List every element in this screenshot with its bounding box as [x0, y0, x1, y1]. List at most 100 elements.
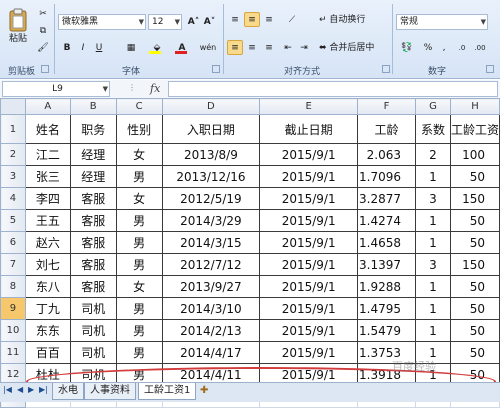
select-all-corner[interactable]	[0, 98, 26, 115]
cell-c4[interactable]: 女	[115, 187, 163, 210]
row-header[interactable]: 2	[0, 143, 26, 166]
cell-g6[interactable]: 1	[415, 231, 451, 254]
decrease-indent-button[interactable]: ⇤	[281, 40, 295, 55]
italic-button[interactable]: I	[76, 40, 90, 55]
next-sheet-icon[interactable]: ▶	[28, 385, 34, 394]
cell-b5[interactable]: 客服	[69, 209, 117, 232]
cell-f5[interactable]: 1.4274	[357, 209, 416, 232]
format-painter-icon[interactable]: 🖌	[36, 40, 50, 54]
prev-sheet-icon[interactable]: ◀	[17, 385, 23, 394]
cell-e10[interactable]: 2015/9/1	[259, 319, 359, 342]
cell-e2[interactable]: 2015/9/1	[259, 143, 359, 166]
cell-a8[interactable]: 东八	[24, 275, 71, 298]
cell-d6[interactable]: 2014/3/15	[161, 231, 261, 254]
cell-a3[interactable]: 张三	[24, 165, 71, 188]
cell-e5[interactable]: 2015/9/1	[259, 209, 359, 232]
cell-b7[interactable]: 客服	[69, 253, 117, 276]
cell-e7[interactable]: 2015/9/1	[259, 253, 359, 276]
cell-g2[interactable]: 2	[415, 143, 451, 166]
cell-c7[interactable]: 男	[115, 253, 163, 276]
cell-g5[interactable]: 1	[415, 209, 451, 232]
cell-c2[interactable]: 女	[115, 143, 163, 166]
cell-e8[interactable]: 2015/9/1	[259, 275, 359, 298]
cell-e4[interactable]: 2015/9/1	[259, 187, 359, 210]
cell-b3[interactable]: 经理	[69, 165, 117, 188]
cut-icon[interactable]: ✂	[36, 6, 50, 20]
sheet-tab-1[interactable]: 水电	[52, 383, 84, 400]
row-header[interactable]: 4	[0, 187, 26, 210]
borders-button[interactable]: ▦	[120, 40, 142, 55]
number-format-select[interactable]: 常规 ▼	[396, 14, 488, 30]
cell-c6[interactable]: 男	[115, 231, 163, 254]
first-sheet-icon[interactable]: |◀	[3, 385, 12, 394]
clipboard-launcher-icon[interactable]	[41, 65, 49, 73]
sheet-tab-2[interactable]: 人事资料	[84, 383, 136, 400]
align-center-button[interactable]: ≡	[244, 40, 260, 55]
cell-f8[interactable]: 1.9288	[357, 275, 416, 298]
cell-h4[interactable]: 150	[449, 187, 500, 210]
cell-b4[interactable]: 客服	[69, 187, 117, 210]
cell-c10[interactable]: 男	[115, 319, 163, 342]
cell-a5[interactable]: 王五	[24, 209, 71, 232]
column-header-e[interactable]: E	[259, 98, 359, 115]
cell-f1[interactable]: 工龄	[357, 114, 416, 144]
cell-a9[interactable]: 丁九	[24, 297, 71, 320]
cell-h11[interactable]: 50	[449, 341, 500, 364]
cell-g9[interactable]: 1	[415, 297, 451, 320]
row-header[interactable]: 7	[0, 253, 26, 276]
cell-f6[interactable]: 1.4658	[357, 231, 416, 254]
align-middle-button[interactable]: ≡	[244, 12, 260, 27]
cell-b9[interactable]: 司机	[69, 297, 117, 320]
cell-e11[interactable]: 2015/9/1	[259, 341, 359, 364]
comma-button[interactable]: ,	[437, 40, 451, 55]
cell-a7[interactable]: 刘七	[24, 253, 71, 276]
cell-h6[interactable]: 50	[449, 231, 500, 254]
cell-f9[interactable]: 1.4795	[357, 297, 416, 320]
align-bottom-button[interactable]: ≡	[261, 12, 277, 27]
wrap-text-button[interactable]: ↵ 自动换行	[318, 12, 376, 27]
cell-b1[interactable]: 职务	[69, 114, 117, 144]
cell-h7[interactable]: 150	[449, 253, 500, 276]
cell-h2[interactable]: 100	[449, 143, 500, 166]
merge-center-button[interactable]: ⬌ 合并后居中	[318, 40, 388, 55]
decrease-decimal-button[interactable]: .00	[472, 40, 488, 55]
percent-button[interactable]: %	[421, 40, 435, 55]
name-box[interactable]: L9 ▼	[2, 81, 110, 97]
column-header-g[interactable]: G	[415, 98, 451, 115]
row-header[interactable]: 9	[0, 297, 26, 320]
row-header[interactable]: 1	[0, 114, 26, 144]
insert-sheet-icon[interactable]: ✚	[200, 385, 208, 396]
fill-color-button[interactable]: ⬙	[146, 40, 168, 55]
column-header-a[interactable]: A	[24, 98, 71, 115]
cell-e3[interactable]: 2015/9/1	[259, 165, 359, 188]
cell-c1[interactable]: 性别	[115, 114, 163, 144]
cell-d10[interactable]: 2014/2/13	[161, 319, 261, 342]
row-header[interactable]: 10	[0, 319, 26, 342]
row-header[interactable]: 5	[0, 209, 26, 232]
last-sheet-icon[interactable]: ▶|	[39, 385, 48, 394]
font-color-button[interactable]: A	[172, 40, 192, 55]
column-header-f[interactable]: F	[357, 98, 416, 115]
shrink-font-button[interactable]: A˅	[202, 14, 217, 30]
cell-d5[interactable]: 2014/3/29	[161, 209, 261, 232]
fx-button[interactable]: fx	[150, 82, 160, 95]
cell-g1[interactable]: 系数	[415, 114, 451, 144]
column-header-d[interactable]: D	[161, 98, 261, 115]
column-header-c[interactable]: C	[115, 98, 163, 115]
cell-c9[interactable]: 男	[115, 297, 163, 320]
cell-d11[interactable]: 2014/4/17	[161, 341, 261, 364]
cell-f3[interactable]: 1.7096	[357, 165, 416, 188]
cell-d9[interactable]: 2014/3/10	[161, 297, 261, 320]
cell-b10[interactable]: 司机	[69, 319, 117, 342]
cell-c8[interactable]: 女	[115, 275, 163, 298]
formula-input[interactable]	[168, 81, 498, 97]
cell-e9[interactable]: 2015/9/1	[259, 297, 359, 320]
cell-f7[interactable]: 3.1397	[357, 253, 416, 276]
phonetic-button[interactable]: wén	[196, 40, 220, 55]
cell-h3[interactable]: 50	[449, 165, 500, 188]
cell-d4[interactable]: 2012/5/19	[161, 187, 261, 210]
cell-c11[interactable]: 男	[115, 341, 163, 364]
align-left-button[interactable]: ≡	[227, 40, 243, 55]
cell-d1[interactable]: 入职日期	[161, 114, 261, 144]
row-header[interactable]: 8	[0, 275, 26, 298]
